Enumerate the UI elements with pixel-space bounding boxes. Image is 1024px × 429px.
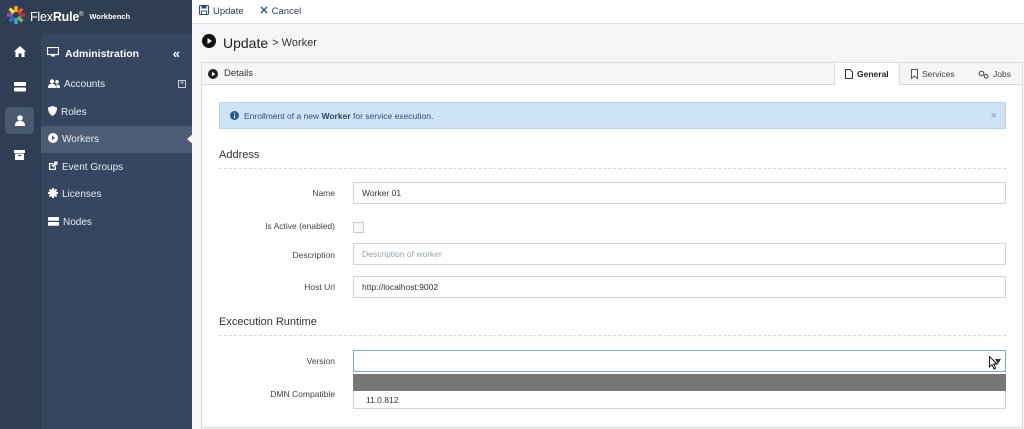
certificate-icon bbox=[47, 187, 59, 201]
play-circle-icon bbox=[208, 68, 218, 79]
sidebar-item-roles[interactable]: Roles bbox=[41, 99, 192, 126]
sidebar-section-title: Administration bbox=[65, 47, 140, 60]
mouse-cursor-icon bbox=[989, 356, 998, 370]
sidebar-item-accounts[interactable]: Accounts + bbox=[41, 71, 192, 98]
close-icon bbox=[260, 6, 268, 17]
is-active-checkbox[interactable] bbox=[353, 222, 364, 233]
section-divider bbox=[219, 335, 1006, 336]
tab-jobs[interactable]: Jobs bbox=[978, 63, 1022, 85]
logo-icon[interactable] bbox=[6, 5, 26, 28]
description-field[interactable]: Description of worker bbox=[353, 243, 1006, 265]
sidebar-item-label: Licenses bbox=[62, 189, 102, 200]
version-label: Version bbox=[306, 356, 335, 366]
server-icon[interactable] bbox=[5, 73, 34, 100]
sidebar: Administration « Accounts + Roles Worker… bbox=[41, 0, 193, 429]
expand-icon[interactable]: + bbox=[178, 80, 186, 88]
details-panel: Details General Services Jobs Enrollment… bbox=[201, 62, 1023, 428]
bookmark-icon bbox=[911, 69, 918, 79]
panel-header-label: Details bbox=[208, 68, 253, 79]
page-title: Update > Worker bbox=[202, 34, 317, 51]
icon-rail bbox=[0, 0, 41, 429]
main-content: Update Cancel Update > Worker Details Ge… bbox=[192, 0, 1024, 429]
version-select[interactable] bbox=[353, 350, 1006, 372]
toolbar: Update Cancel bbox=[192, 0, 1024, 24]
name-field[interactable]: Worker 01 bbox=[353, 182, 1006, 204]
sidebar-item-nodes[interactable]: Nodes bbox=[41, 209, 192, 236]
tab-general[interactable]: General bbox=[834, 63, 900, 86]
monitor-icon bbox=[46, 46, 60, 60]
tab-services[interactable]: Services bbox=[911, 63, 969, 85]
section-title-runtime: Excecution Runtime bbox=[219, 316, 317, 328]
host-url-field[interactable]: http://localhost:9002 bbox=[353, 276, 1006, 298]
description-label: Description bbox=[292, 250, 335, 260]
sidebar-item-event-groups[interactable]: Event Groups bbox=[41, 154, 192, 181]
version-option[interactable]: 11.0.812 bbox=[353, 391, 1006, 409]
host-url-label: Host Url bbox=[304, 282, 335, 292]
cancel-button[interactable]: Cancel bbox=[260, 6, 301, 17]
update-button[interactable]: Update bbox=[198, 4, 244, 18]
cogs-icon bbox=[978, 70, 989, 79]
alert-message: Enrollment of a new Worker for service e… bbox=[244, 110, 434, 121]
page-subtitle: > Worker bbox=[272, 36, 317, 49]
brand-bar: FlexRule® Workbench bbox=[0, 0, 192, 33]
sidebar-item-licenses[interactable]: Licenses bbox=[41, 181, 192, 208]
file-icon bbox=[845, 69, 853, 79]
section-divider bbox=[219, 168, 1006, 169]
users-icon bbox=[48, 78, 60, 91]
play-circle-icon bbox=[202, 34, 216, 51]
sidebar-item-label: Roles bbox=[61, 107, 87, 118]
play-circle-icon bbox=[48, 133, 58, 146]
home-icon[interactable] bbox=[5, 38, 34, 65]
info-alert: Enrollment of a new Worker for service e… bbox=[219, 102, 1006, 129]
brand-name: FlexRule® bbox=[30, 9, 84, 24]
sidebar-item-workers[interactable]: Workers bbox=[41, 126, 193, 153]
name-label: Name bbox=[312, 188, 335, 198]
save-icon bbox=[198, 4, 210, 18]
sidebar-item-label: Accounts bbox=[64, 79, 106, 90]
archive-icon[interactable] bbox=[5, 141, 34, 168]
dmn-compatible-label: DMN Compatible bbox=[270, 389, 335, 399]
brand-subtitle: Workbench bbox=[89, 12, 131, 21]
info-icon bbox=[230, 111, 239, 120]
external-link-icon bbox=[48, 161, 58, 174]
alert-close-icon[interactable]: × bbox=[991, 110, 997, 122]
sidebar-section-header: Administration « bbox=[41, 40, 192, 67]
sidebar-item-label: Nodes bbox=[63, 217, 92, 228]
version-option-empty[interactable] bbox=[353, 374, 1006, 391]
sidebar-item-label: Workers bbox=[62, 134, 100, 145]
server-icon bbox=[48, 216, 59, 229]
shield-icon bbox=[48, 106, 57, 119]
page-title-text: Update bbox=[223, 34, 269, 51]
collapse-icon[interactable]: « bbox=[173, 46, 180, 61]
user-icon[interactable] bbox=[5, 107, 34, 134]
panel-header: Details General Services Jobs bbox=[202, 63, 1022, 86]
is-active-label: Is Active (enabled) bbox=[265, 221, 335, 231]
section-title-address: Address bbox=[219, 149, 260, 161]
sidebar-item-label: Event Groups bbox=[62, 162, 124, 173]
